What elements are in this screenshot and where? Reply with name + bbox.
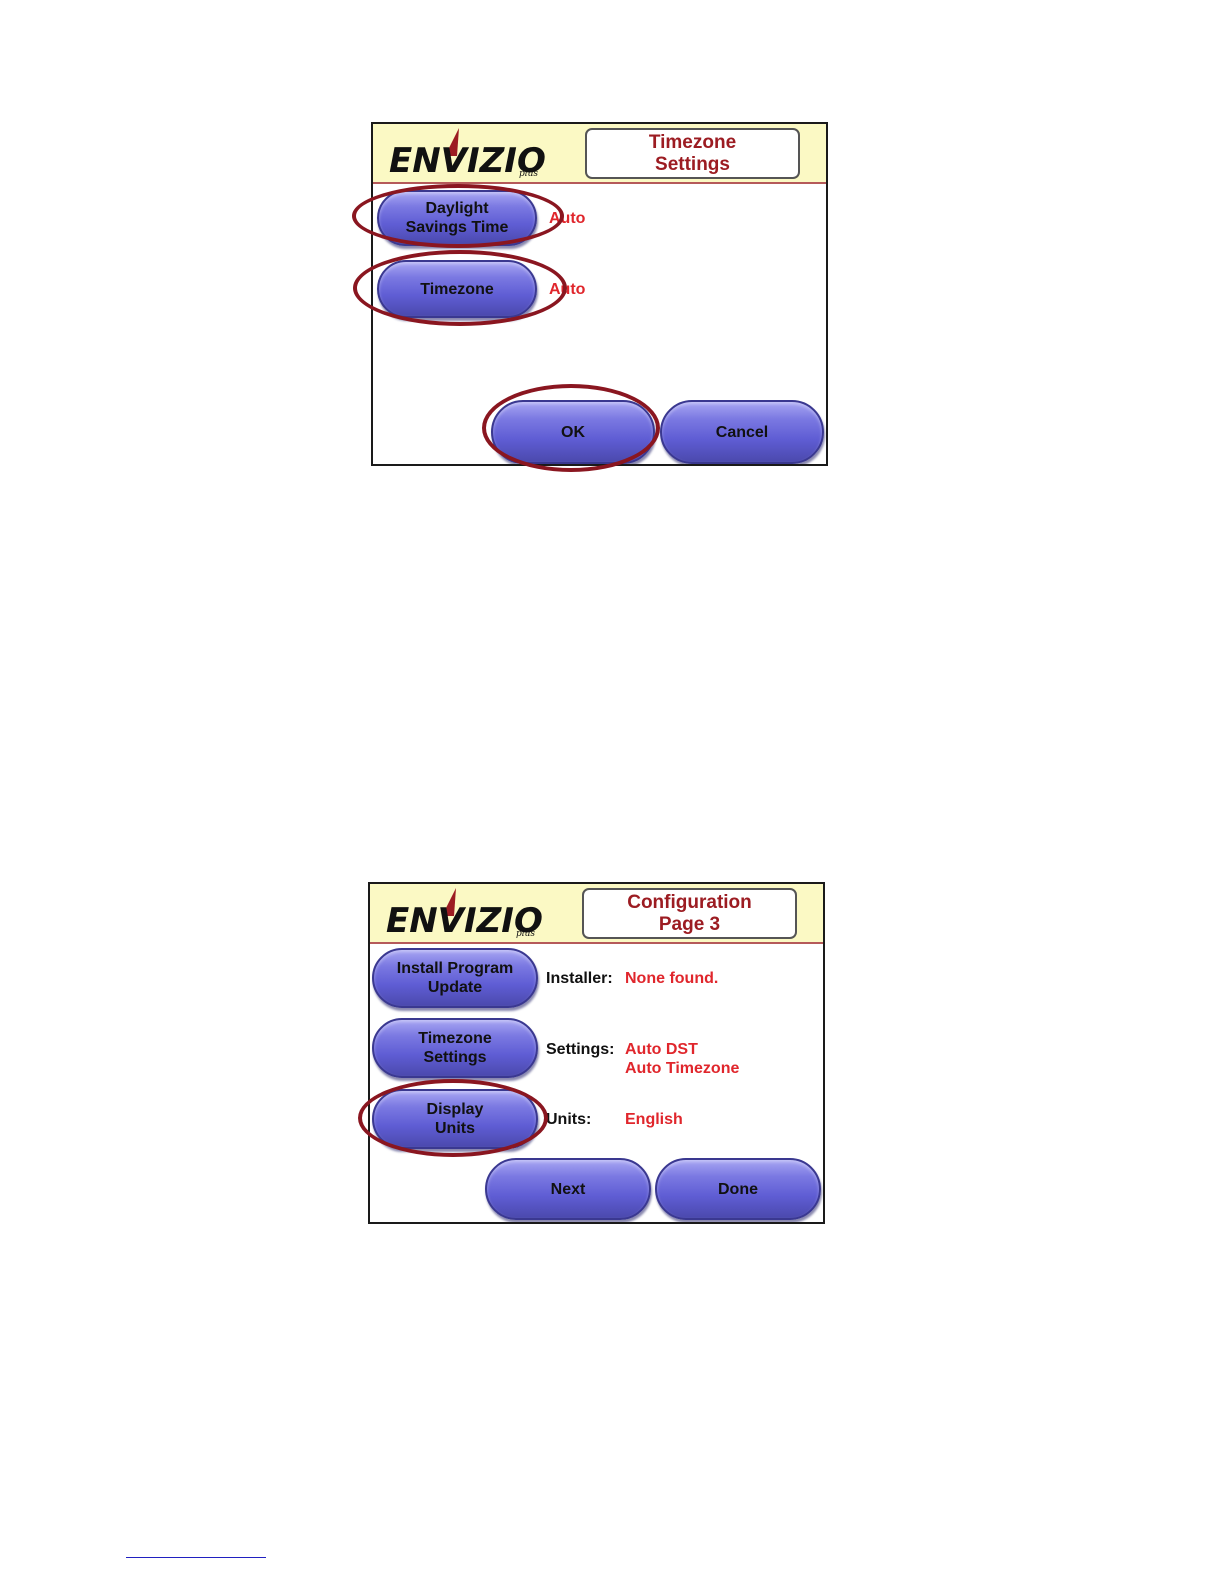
page-title-line2: Settings	[655, 153, 730, 175]
done-button[interactable]: Done	[655, 1158, 821, 1220]
installer-label: Installer:	[546, 970, 613, 987]
next-button-label: Next	[550, 1180, 586, 1198]
page-title-line1: Configuration	[627, 891, 752, 913]
units-value: English	[625, 1111, 683, 1128]
display-units-line1: Display	[426, 1101, 484, 1118]
daylight-savings-time-button[interactable]: Daylight Savings Time	[377, 190, 537, 246]
install-button-line1: Install Program	[396, 960, 514, 977]
installer-value: None found.	[625, 970, 719, 987]
display-units-line2: Units	[435, 1120, 475, 1137]
tz-settings-line1: Timezone	[418, 1030, 492, 1047]
timezone-button-label: Timezone	[420, 280, 494, 298]
install-button-line2: Update	[427, 979, 483, 996]
svg-text:plus: plus	[519, 169, 538, 179]
page-title-line1: Timezone	[648, 131, 737, 153]
daylight-savings-line1: Daylight	[425, 200, 489, 217]
page-title-line2: Page 3	[658, 913, 721, 935]
display-units-button[interactable]: Display Units	[372, 1089, 538, 1149]
configuration-page-3-screen: ENVIZIO plus Configuration Page 3 Instal…	[368, 882, 825, 1224]
units-label: Units:	[546, 1111, 592, 1128]
cancel-button-label: Cancel	[715, 423, 769, 441]
envizio-logo: ENVIZIO plus	[387, 126, 547, 184]
cancel-button[interactable]: Cancel	[660, 400, 824, 464]
screen-header: ENVIZIO plus Timezone Settings	[373, 124, 826, 184]
next-button[interactable]: Next	[485, 1158, 651, 1220]
settings-label: Settings:	[546, 1041, 615, 1058]
page-title: Timezone Settings	[585, 128, 800, 179]
screen-header: ENVIZIO plus Configuration Page 3	[370, 884, 823, 944]
tz-settings-line2: Settings	[423, 1049, 487, 1066]
daylight-savings-line2: Savings Time	[405, 219, 509, 236]
settings-value-timezone: Auto Timezone	[625, 1060, 740, 1077]
dst-value: Auto	[549, 210, 586, 227]
ok-button-label: OK	[561, 423, 585, 441]
envizio-logo: ENVIZIO plus	[384, 886, 544, 944]
settings-value-dst: Auto DST	[625, 1041, 698, 1058]
timezone-settings-screen: ENVIZIO plus Timezone Settings Daylight …	[371, 122, 828, 466]
install-program-update-button[interactable]: Install Program Update	[372, 948, 538, 1008]
done-button-label: Done	[718, 1180, 758, 1198]
svg-text:plus: plus	[516, 929, 535, 939]
timezone-value: Auto	[549, 281, 586, 298]
ok-button[interactable]: OK	[491, 400, 655, 464]
footnote-rule	[126, 1557, 266, 1558]
page-title: Configuration Page 3	[582, 888, 797, 939]
timezone-settings-button[interactable]: Timezone Settings	[372, 1018, 538, 1078]
timezone-button[interactable]: Timezone	[377, 260, 537, 318]
